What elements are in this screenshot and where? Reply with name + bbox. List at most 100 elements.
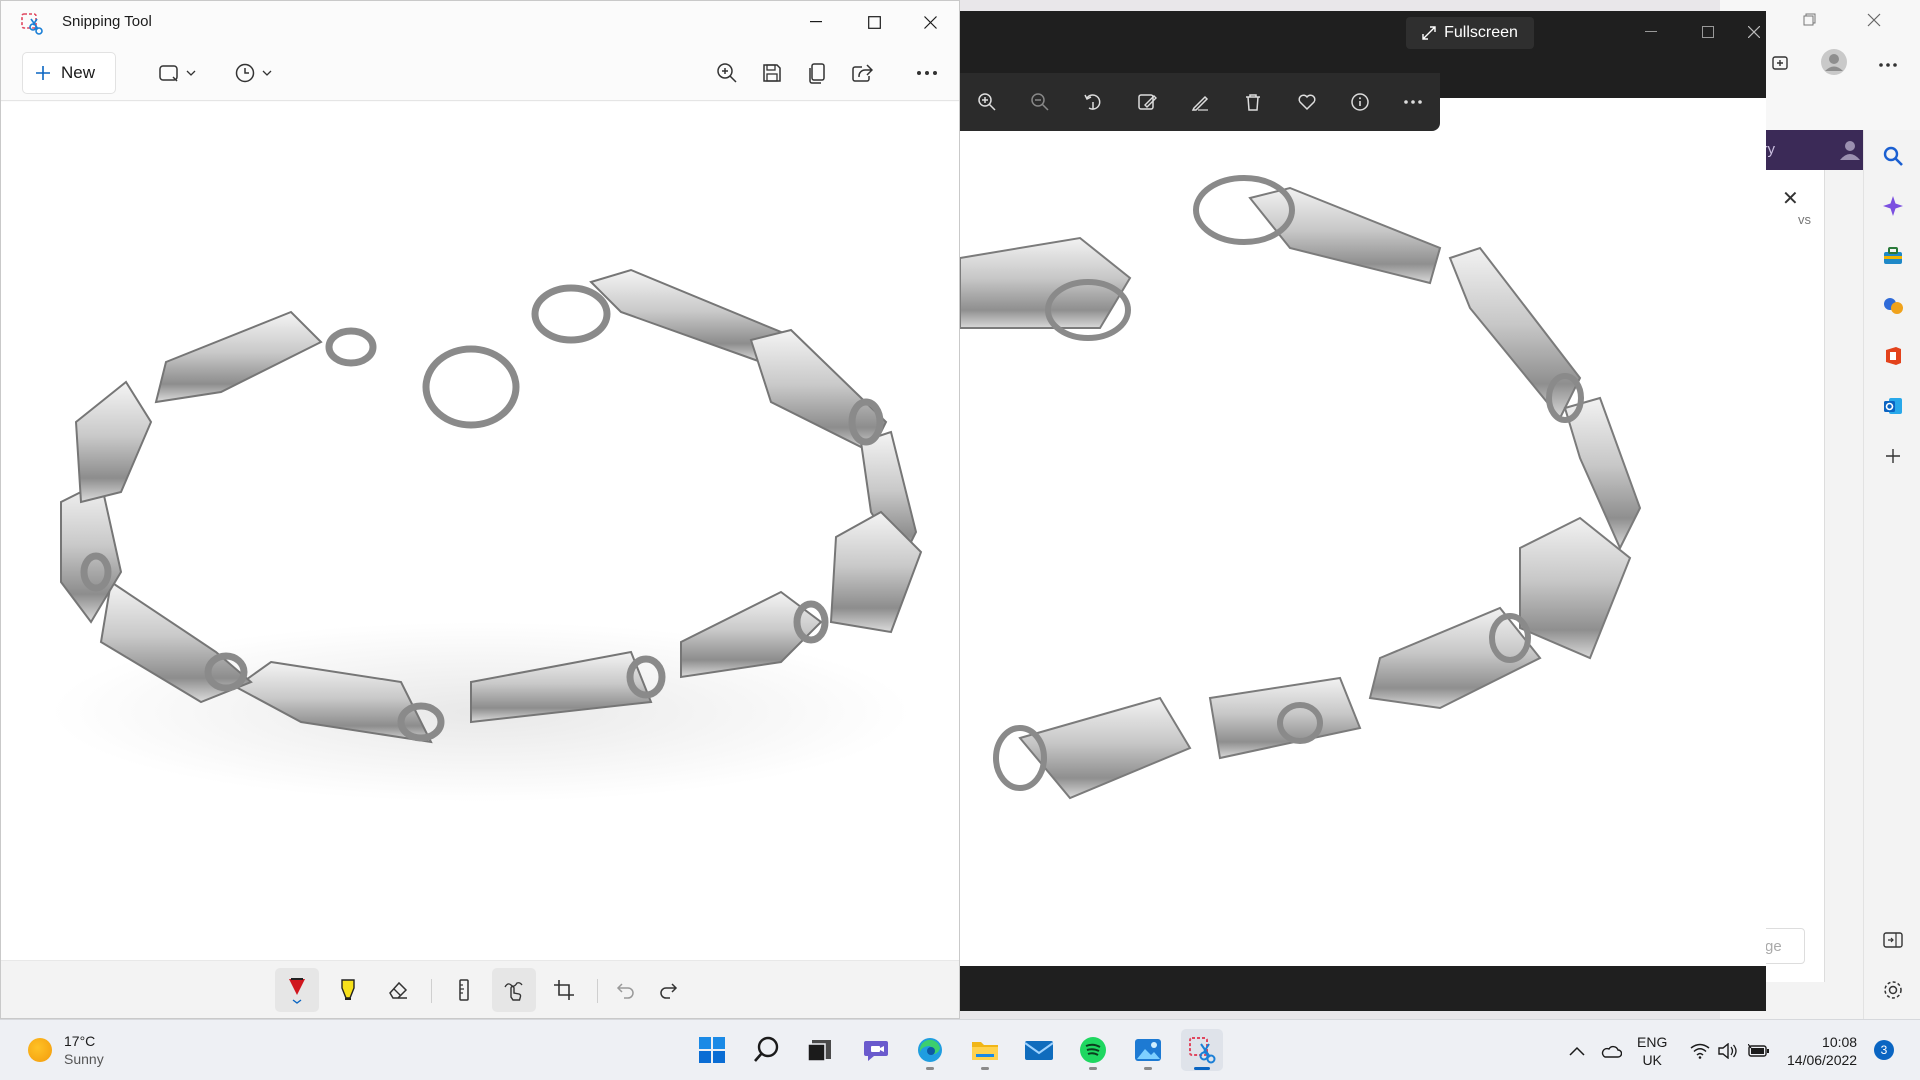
start-button[interactable] — [691, 1029, 733, 1071]
photos-close-button[interactable] — [1726, 17, 1782, 47]
snip-share-button[interactable] — [843, 53, 881, 93]
minimize-icon — [1645, 31, 1657, 32]
edge-browser-button[interactable] — [909, 1029, 951, 1071]
fullscreen-label: Fullscreen — [1444, 24, 1518, 41]
undo-button[interactable] — [603, 968, 647, 1012]
collections-button[interactable] — [1770, 52, 1790, 77]
info-button[interactable] — [1333, 82, 1386, 122]
fullscreen-button[interactable]: Fullscreen — [1406, 17, 1534, 49]
sidebar-add-button[interactable] — [1880, 443, 1906, 469]
bracelet-photo — [51, 268, 923, 802]
markup-toolbar — [1, 960, 959, 1018]
bracelet-photo — [960, 175, 1642, 800]
snip-zoom-button[interactable] — [708, 53, 746, 93]
crop-button[interactable] — [542, 968, 586, 1012]
ballpoint-pen-button[interactable] — [275, 968, 319, 1012]
chevron-up-icon — [1569, 1046, 1585, 1056]
file-explorer-button[interactable] — [964, 1029, 1006, 1071]
spotify-button[interactable] — [1072, 1029, 1114, 1071]
snipping-tool-taskbar-button[interactable] — [1181, 1029, 1223, 1071]
rotate-button[interactable] — [1067, 82, 1120, 122]
taskbar-search-button[interactable] — [746, 1029, 788, 1071]
ruler-button[interactable] — [442, 968, 486, 1012]
panel-close-button[interactable]: ✕ — [1782, 186, 1799, 211]
rotate-icon — [1084, 94, 1101, 110]
battery-status[interactable] — [1748, 1020, 1770, 1080]
teams-chat-button[interactable] — [855, 1029, 897, 1071]
battery-icon — [1748, 1043, 1769, 1057]
snip-mode-dropdown[interactable] — [151, 53, 203, 93]
touch-write-icon — [504, 982, 523, 1001]
volume-status[interactable] — [1718, 1020, 1738, 1080]
touch-writing-button[interactable] — [492, 968, 536, 1012]
sidebar-collapse-button[interactable] — [1880, 927, 1906, 953]
sidebar-discover-button[interactable] — [1880, 193, 1906, 219]
wifi-icon — [1690, 1043, 1710, 1059]
taskbar: 17°C Sunny ENG UK 10:08 14/06/2022 3 — [0, 1019, 1920, 1080]
sidebar-search-button[interactable] — [1880, 143, 1906, 169]
browser-sidebar — [1863, 130, 1920, 1019]
crop-icon — [554, 980, 574, 1000]
eraser-icon — [389, 981, 408, 999]
save-icon — [763, 64, 781, 82]
snip-delay-dropdown[interactable] — [227, 53, 279, 93]
panel-icon — [1883, 932, 1903, 948]
snip-save-button[interactable] — [753, 53, 791, 93]
system-clock[interactable]: 10:08 14/06/2022 — [1787, 1033, 1857, 1069]
photos-app-button[interactable] — [1127, 1029, 1169, 1071]
sidebar-settings-button[interactable] — [1880, 977, 1906, 1003]
highlighter-button[interactable] — [326, 968, 370, 1012]
sidebar-outlook-button[interactable] — [1880, 393, 1906, 419]
redo-icon — [660, 983, 678, 999]
sidebar-office-button[interactable] — [1880, 343, 1906, 369]
photos-minimize-button[interactable] — [1623, 17, 1679, 47]
snip-minimize-button[interactable] — [793, 1, 839, 43]
sidebar-games-button[interactable] — [1880, 293, 1906, 319]
pen-icon — [1191, 95, 1209, 111]
show-hidden-icons-button[interactable] — [1569, 1020, 1585, 1080]
delete-button[interactable] — [1227, 82, 1280, 122]
snip-more-button[interactable] — [905, 53, 949, 93]
task-view-button[interactable] — [799, 1029, 841, 1071]
snip-copy-button[interactable] — [798, 53, 836, 93]
sidebar-tools-button[interactable] — [1880, 243, 1906, 269]
highlighter-icon — [341, 979, 355, 1000]
toolbar-divider — [597, 979, 598, 1003]
photos-icon — [1135, 1039, 1161, 1061]
expand-icon — [1422, 26, 1436, 40]
redo-button[interactable] — [647, 968, 691, 1012]
snip-close-button[interactable] — [907, 1, 953, 43]
profile-avatar[interactable] — [1820, 48, 1848, 81]
photos-more-button[interactable] — [1387, 82, 1440, 122]
red-pen-icon — [289, 978, 305, 1004]
draw-button[interactable] — [1173, 82, 1226, 122]
mail-button[interactable] — [1018, 1029, 1060, 1071]
snip-maximize-button[interactable] — [851, 1, 897, 43]
language-indicator[interactable]: ENG UK — [1637, 1033, 1667, 1069]
browser-menu-button[interactable] — [1878, 55, 1898, 73]
clock-date: 14/06/2022 — [1787, 1052, 1858, 1068]
notification-badge[interactable]: 3 — [1874, 1040, 1894, 1060]
eraser-button[interactable] — [376, 968, 420, 1012]
games-icon — [1884, 298, 1903, 314]
favorite-button[interactable] — [1280, 82, 1333, 122]
edit-image-button[interactable] — [1120, 82, 1173, 122]
minimize-icon — [810, 21, 822, 23]
new-snip-button[interactable]: New — [22, 52, 116, 94]
onedrive-button[interactable] — [1600, 1020, 1622, 1080]
browser-restore-button[interactable] — [1778, 8, 1842, 32]
speaker-icon — [1718, 1042, 1737, 1059]
photos-toolbar — [960, 73, 1440, 131]
zoom-in-button[interactable] — [960, 82, 1013, 122]
ruler-icon — [459, 979, 469, 1001]
snipping-tool-toolbar: New — [1, 45, 959, 101]
account-icon[interactable] — [1838, 138, 1862, 162]
toolbar-divider — [431, 979, 432, 1003]
snip-image-canvas[interactable] — [1, 102, 959, 960]
wifi-status[interactable] — [1690, 1020, 1710, 1080]
weather-widget[interactable]: 17°C Sunny — [28, 1032, 104, 1068]
window-title: Snipping Tool — [62, 13, 152, 30]
zoom-out-button[interactable] — [1013, 82, 1066, 122]
cloud-icon — [1601, 1045, 1622, 1058]
browser-close-button[interactable] — [1842, 8, 1906, 32]
